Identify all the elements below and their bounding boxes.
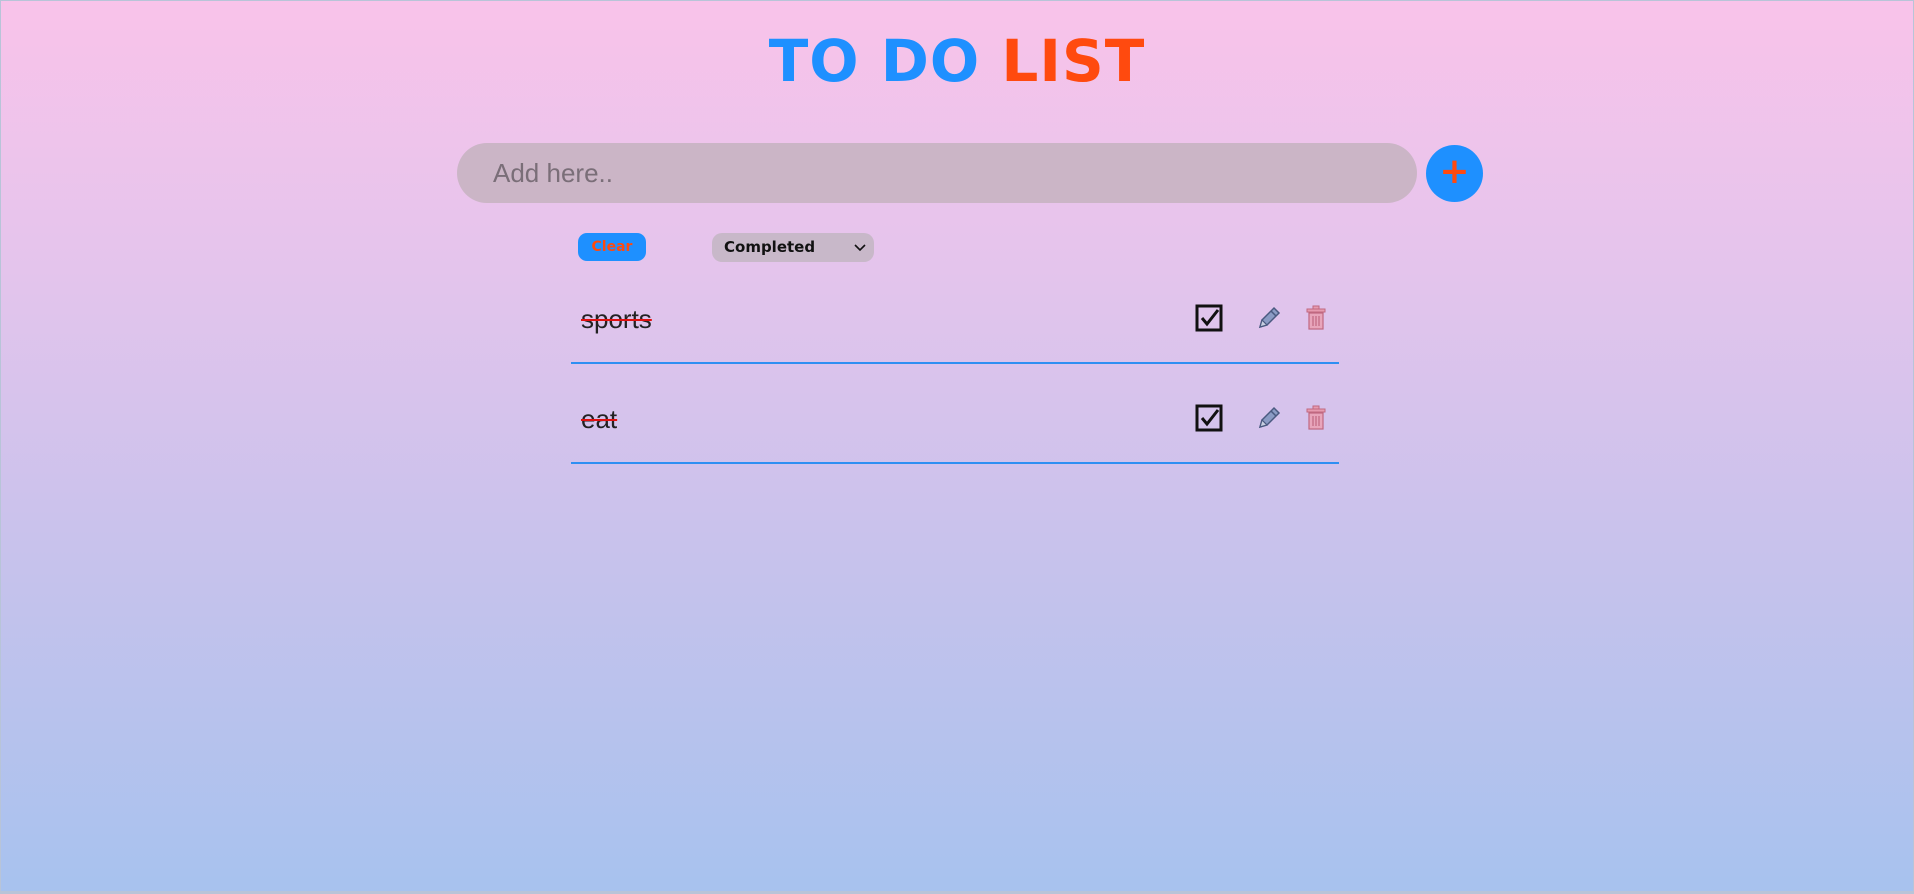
add-todo-input[interactable] <box>457 143 1417 203</box>
page-title: TO DO LIST <box>0 26 1914 96</box>
filter-select[interactable]: Completed <box>712 233 874 262</box>
trash-icon[interactable] <box>1302 304 1330 332</box>
plus-icon: + <box>1439 151 1470 192</box>
title-part-1: TO DO <box>768 27 981 95</box>
todo-item: sports <box>571 280 1339 364</box>
todo-text: sports <box>581 304 652 334</box>
title-part-2: LIST <box>1001 27 1146 95</box>
todo-list: sports eat <box>571 280 1339 480</box>
checkbox-checked-icon[interactable] <box>1195 304 1223 332</box>
trash-icon[interactable] <box>1302 404 1330 432</box>
clear-button[interactable]: Clear <box>578 233 646 261</box>
pencil-icon[interactable] <box>1255 404 1283 432</box>
chevron-down-icon <box>852 233 868 262</box>
todo-item: eat <box>571 380 1339 464</box>
checkbox-checked-icon[interactable] <box>1195 404 1223 432</box>
filter-selected-value: Completed <box>724 238 816 256</box>
todo-text: eat <box>581 404 618 434</box>
add-todo-button[interactable]: + <box>1426 145 1483 202</box>
pencil-icon[interactable] <box>1255 304 1283 332</box>
